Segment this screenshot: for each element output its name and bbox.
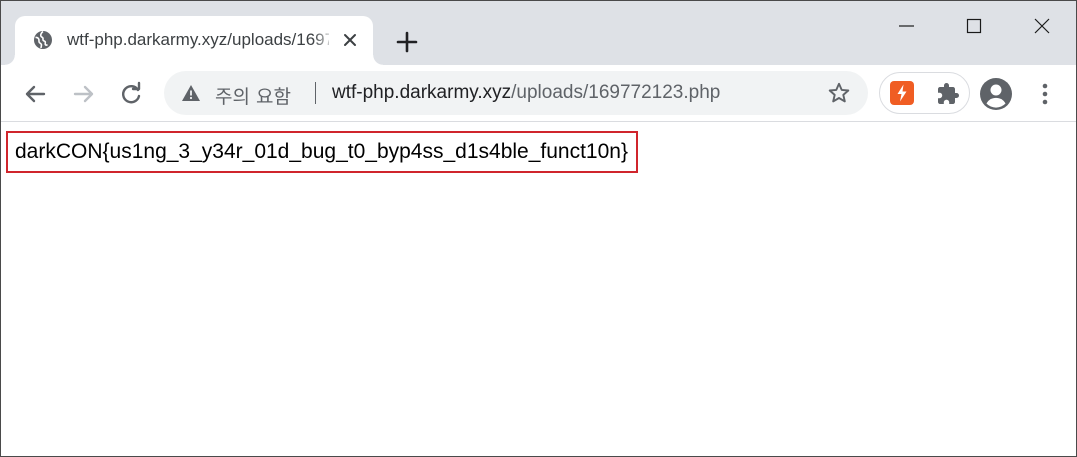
close-icon[interactable] bbox=[1019, 9, 1065, 43]
tab-title-fade bbox=[313, 26, 335, 54]
browser-window: wtf-php.darkarmy.xyz/uploads/169772123.p… bbox=[0, 0, 1077, 457]
arrow-left-icon[interactable] bbox=[20, 79, 50, 109]
security-warning-label[interactable]: 주의 요함 bbox=[215, 82, 291, 109]
bolt-extension-icon[interactable] bbox=[890, 81, 914, 105]
tab-title: wtf-php.darkarmy.xyz/uploads/169772123.p… bbox=[67, 30, 329, 49]
globe-icon bbox=[34, 30, 52, 49]
reload-icon[interactable] bbox=[116, 79, 146, 109]
page-content: darkCON{us1ng_3_y34r_01d_bug_t0_byp4ss_d… bbox=[1, 123, 1076, 456]
address-bar[interactable]: 주의 요함 wtf-php.darkarmy.xyz/uploads/16977… bbox=[164, 71, 868, 115]
close-icon[interactable] bbox=[341, 31, 359, 49]
browser-toolbar: 주의 요함 wtf-php.darkarmy.xyz/uploads/16977… bbox=[1, 65, 1076, 122]
star-icon[interactable] bbox=[827, 81, 851, 105]
plus-icon[interactable] bbox=[393, 28, 421, 56]
url-host: wtf-php.darkarmy.xyz bbox=[332, 82, 512, 103]
tab-active[interactable]: wtf-php.darkarmy.xyz/uploads/169772123.p… bbox=[5, 16, 383, 65]
avatar-icon[interactable] bbox=[979, 77, 1013, 111]
arrow-right-icon[interactable] bbox=[69, 79, 99, 109]
kebab-menu-icon[interactable] bbox=[1033, 79, 1057, 109]
extensions-group bbox=[879, 72, 970, 114]
warning-icon[interactable] bbox=[181, 84, 201, 102]
address-separator bbox=[315, 82, 316, 104]
puzzle-icon[interactable] bbox=[936, 82, 960, 106]
minimize-icon[interactable] bbox=[883, 9, 929, 43]
url-text[interactable]: wtf-php.darkarmy.xyz/uploads/169772123.p… bbox=[332, 82, 720, 104]
maximize-icon[interactable] bbox=[951, 9, 997, 43]
url-path: /uploads/169772123.php bbox=[511, 82, 721, 103]
tab-strip: wtf-php.darkarmy.xyz/uploads/169772123.p… bbox=[1, 1, 1076, 65]
flag-highlight-box: darkCON{us1ng_3_y34r_01d_bug_t0_byp4ss_d… bbox=[6, 131, 638, 173]
flag-text: darkCON{us1ng_3_y34r_01d_bug_t0_byp4ss_d… bbox=[15, 140, 628, 163]
